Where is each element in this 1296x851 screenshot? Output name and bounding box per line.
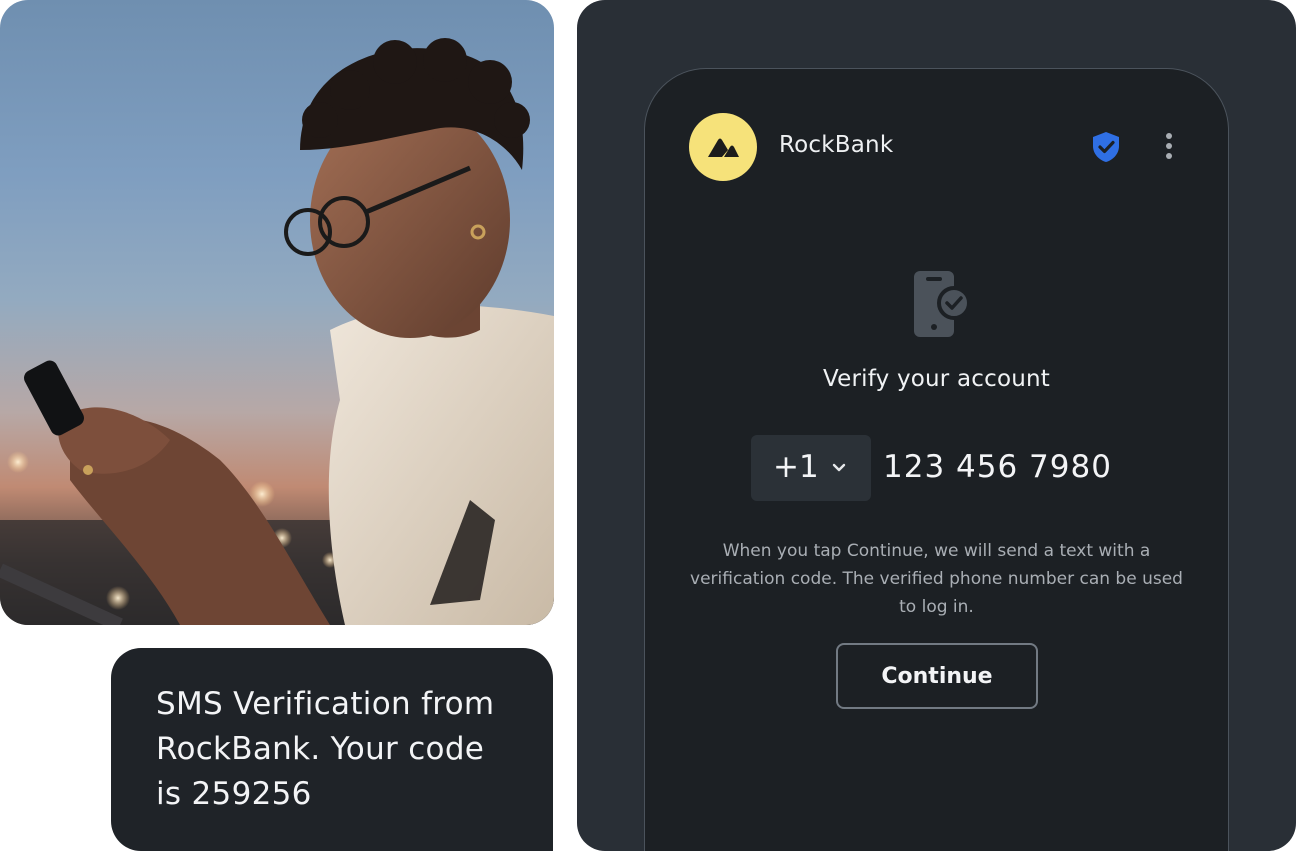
person-illustration (0, 38, 554, 625)
app-name: RockBank (779, 132, 894, 158)
phone-panel: RockBank Verify your account +1 123 456 … (577, 0, 1296, 851)
phone-screen: RockBank Verify your account +1 123 456 … (644, 68, 1229, 851)
app-header: RockBank (689, 113, 1184, 181)
sms-message-text: SMS Verification from RockBank. Your cod… (156, 686, 495, 812)
more-vertical-icon[interactable] (1164, 132, 1174, 160)
logo-mark (708, 138, 739, 157)
verify-title: Verify your account (822, 366, 1051, 392)
verification-info-text: When you tap Continue, we will send a te… (690, 541, 1183, 617)
shield-check-icon (1093, 132, 1119, 162)
country-code-select[interactable]: +1 (751, 435, 871, 501)
chevron-down-icon (832, 463, 846, 472)
person-photo (0, 0, 554, 625)
sms-message-bubble: SMS Verification from RockBank. Your cod… (111, 648, 553, 851)
country-code-value: +1 (773, 449, 819, 485)
phone-check-icon (914, 271, 971, 337)
rockbank-logo-icon (689, 113, 757, 181)
stage: SMS Verification from RockBank. Your cod… (0, 0, 1296, 851)
continue-button[interactable]: Continue (836, 643, 1038, 709)
phone-number-input[interactable] (883, 449, 1173, 485)
